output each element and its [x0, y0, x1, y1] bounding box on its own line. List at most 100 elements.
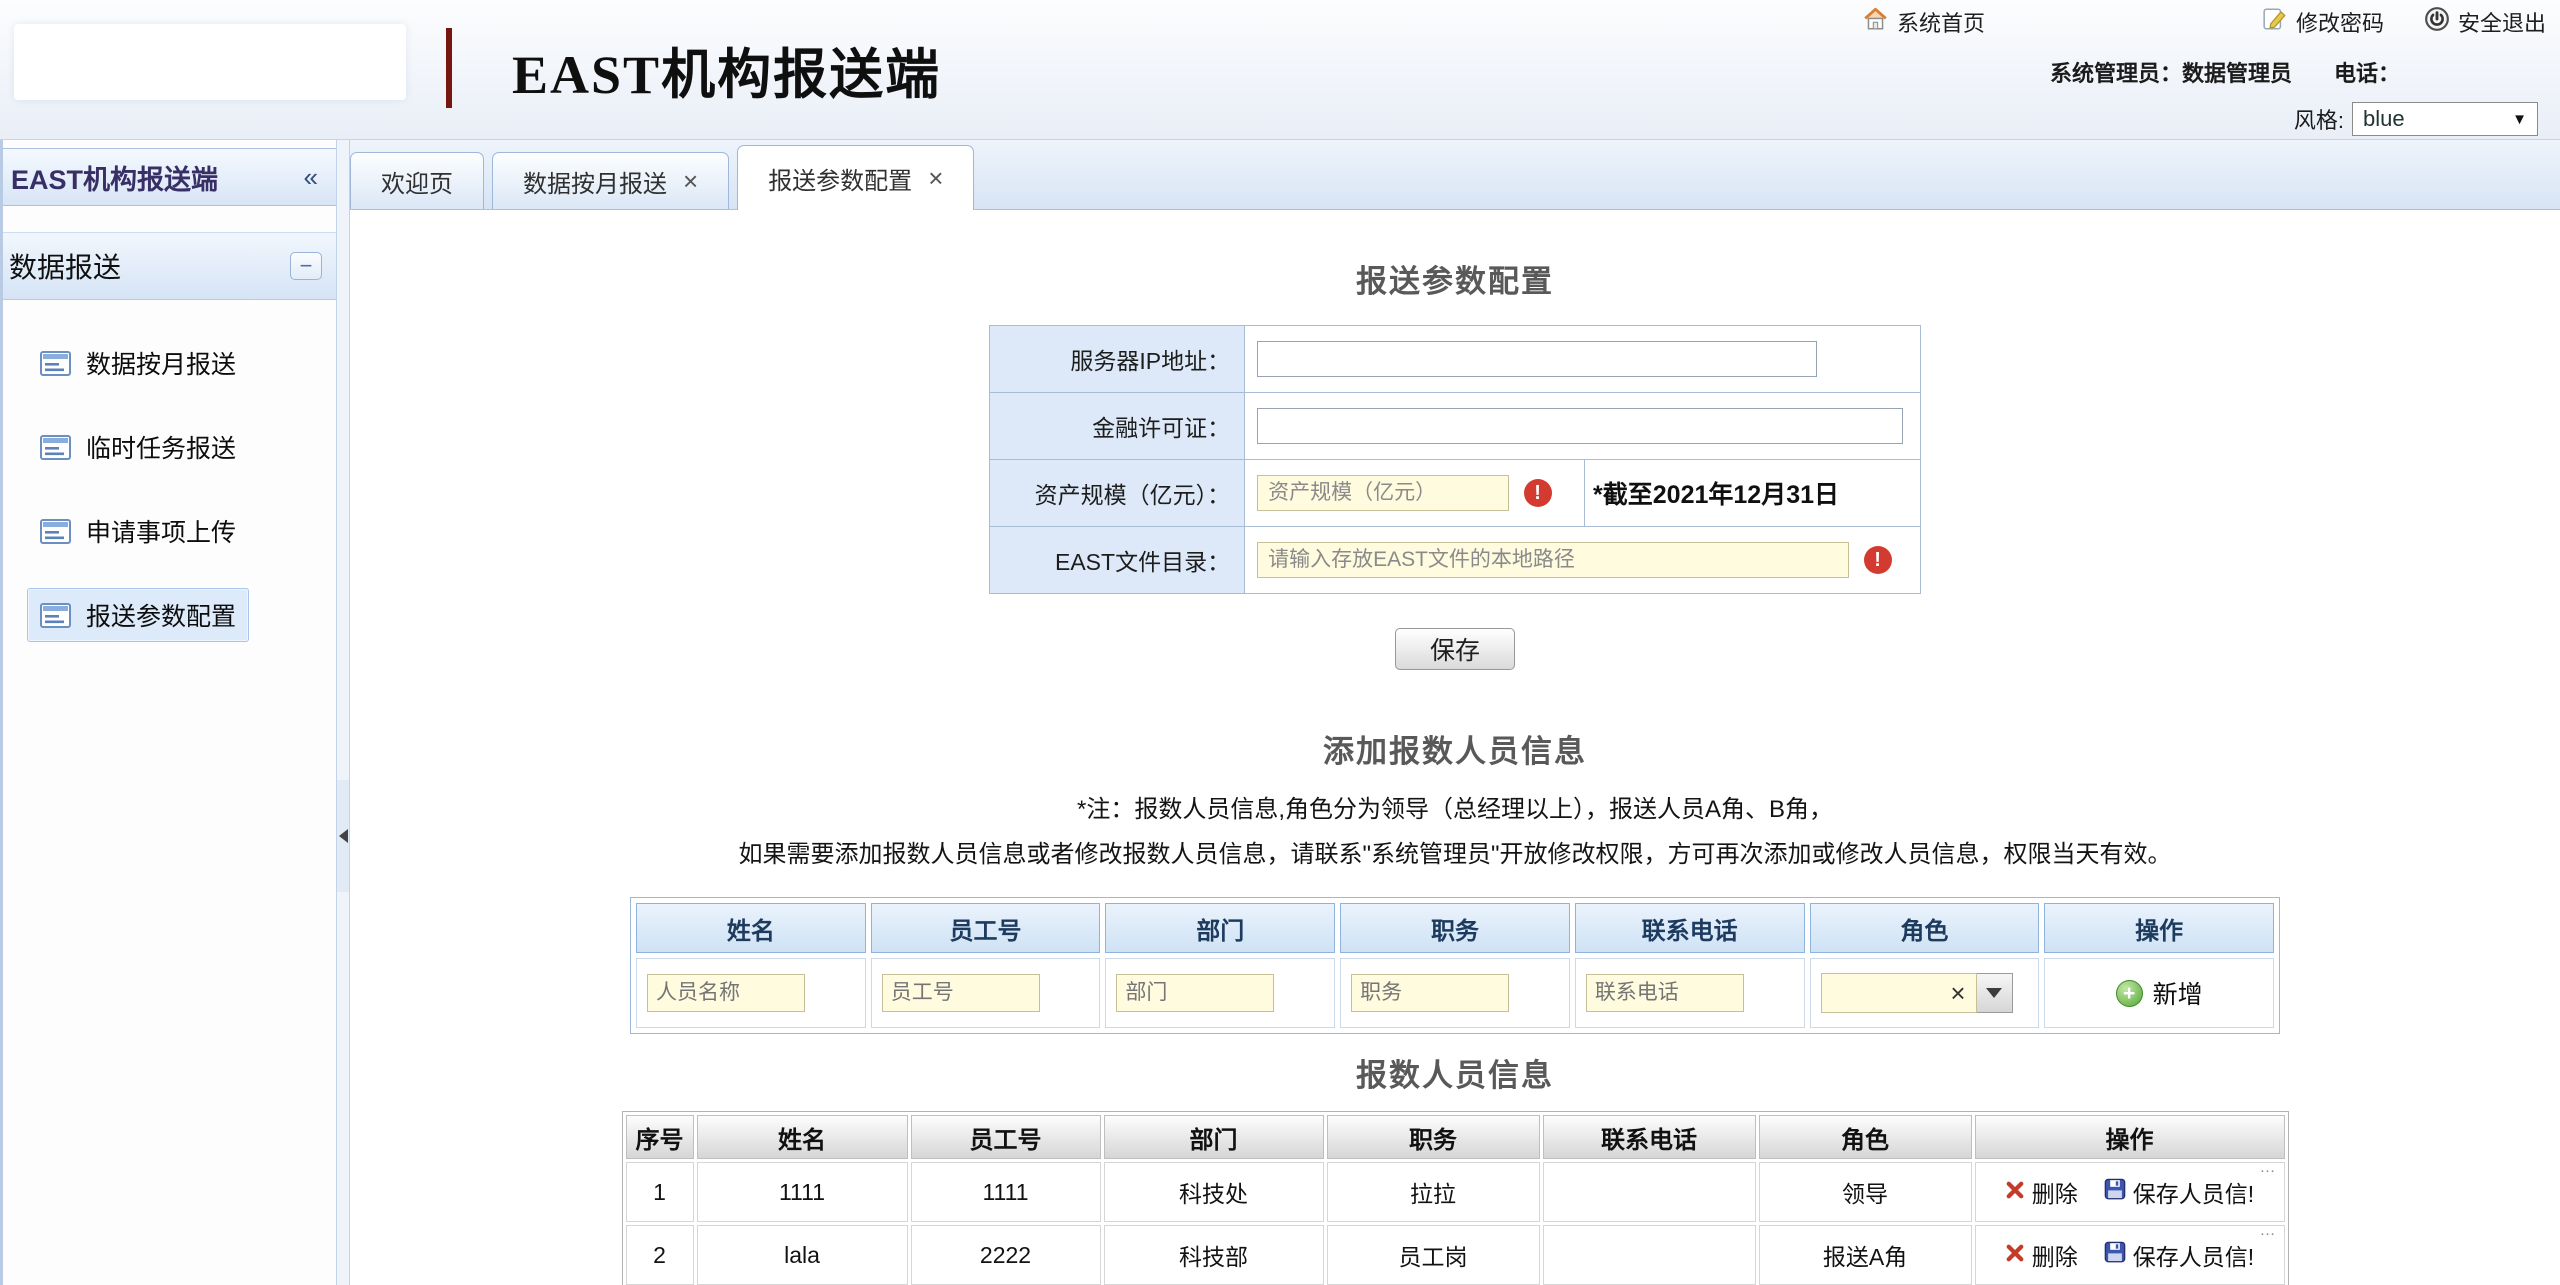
- column-header: 角色: [1759, 1115, 1972, 1159]
- title-divider: [446, 28, 452, 108]
- sidebar-item-report-params[interactable]: 报送参数配置: [27, 588, 249, 642]
- power-icon: [2424, 6, 2450, 38]
- sidebar-item-apply-upload[interactable]: 申请事项上传: [27, 504, 249, 558]
- cell-phone: [1543, 1225, 1756, 1285]
- column-header: 联系电话: [1543, 1115, 1756, 1159]
- save-person-button[interactable]: 保存人员信!: [2104, 1175, 2254, 1209]
- employee-no-input[interactable]: [882, 974, 1040, 1012]
- position-input[interactable]: [1351, 974, 1509, 1012]
- form-icon: [40, 351, 71, 376]
- field-label: 服务器IP地址：: [990, 326, 1245, 393]
- form-row-east-dir: EAST文件目录： !: [990, 527, 1921, 594]
- column-header: 员工号: [871, 903, 1101, 953]
- cell-actions: … 删除 保存人员信!: [1975, 1162, 2285, 1222]
- pencil-icon: [2262, 6, 2288, 38]
- cell-dept: 科技处: [1104, 1162, 1324, 1222]
- tab-label: 数据按月报送: [523, 164, 667, 199]
- nav-home-link[interactable]: 系统首页: [1862, 6, 1985, 38]
- sidebar-title-label: EAST机构报送端: [11, 158, 218, 197]
- list-header-row: 序号 姓名 员工号 部门 职务 联系电话 角色 操作: [626, 1115, 2285, 1159]
- sidebar-menu: 数据按月报送 临时任务报送 申请事项上传: [3, 300, 336, 642]
- app-title: EAST机构报送端: [512, 30, 941, 109]
- field-label: 资产规模（亿元）：: [990, 460, 1245, 527]
- sidebar-header: EAST机构报送端 «: [3, 148, 336, 206]
- form-icon: [40, 435, 71, 460]
- clear-icon[interactable]: ×: [1950, 980, 1975, 1006]
- tab-report-params[interactable]: 报送参数配置 ×: [737, 145, 974, 210]
- phone-input[interactable]: [1586, 974, 1744, 1012]
- plus-icon: +: [2116, 980, 2143, 1007]
- sidebar: EAST机构报送端 « 数据报送 − 数据按月报送 临时任务报: [0, 140, 336, 1285]
- splitter-collapse-handle[interactable]: [337, 780, 349, 892]
- role-combo-dropdown-button[interactable]: [1977, 973, 2013, 1013]
- delete-button[interactable]: 删除: [2005, 1175, 2078, 1209]
- delete-label: 删除: [2032, 1175, 2078, 1209]
- warning-icon: !: [1524, 479, 1552, 507]
- close-icon[interactable]: ×: [928, 165, 943, 191]
- nav-logout-link[interactable]: 安全退出: [2424, 6, 2546, 38]
- cell-role: 报送A角: [1759, 1225, 1972, 1285]
- cell-position: 拉拉: [1327, 1162, 1540, 1222]
- section-collapse-icon[interactable]: −: [290, 252, 322, 280]
- note-line-1: *注：报数人员信息,角色分为领导（总经理以上），报送人员A角、B角，: [350, 787, 2560, 832]
- cell-role: 领导: [1759, 1162, 1972, 1222]
- app-header: EAST机构报送端 系统首页 修改密码 安全退出 系统管理员：数据管理员电话： …: [0, 0, 2560, 140]
- tab-bar: 欢迎页 数据按月报送 × 报送参数配置 ×: [350, 140, 2560, 210]
- phone-label: 电话：: [2334, 61, 2400, 86]
- column-header: 职务: [1327, 1115, 1540, 1159]
- sidebar-item-monthly-report[interactable]: 数据按月报送: [27, 336, 249, 390]
- add-person-table: 姓名 员工号 部门 职务 联系电话 角色 操作: [630, 897, 2280, 1034]
- tab-welcome[interactable]: 欢迎页: [350, 152, 484, 209]
- field-label: EAST文件目录：: [990, 527, 1245, 594]
- sidebar-collapse-icon[interactable]: «: [304, 162, 318, 193]
- main-area: EAST机构报送端 « 数据报送 − 数据按月报送 临时任务报: [0, 140, 2560, 1285]
- delete-button[interactable]: 删除: [2005, 1238, 2078, 1272]
- column-header: 操作: [2044, 903, 2274, 953]
- nav-change-password-label: 修改密码: [2296, 6, 2384, 38]
- asset-scale-note: *截至2021年12月31日: [1585, 460, 1921, 527]
- form-icon: [40, 603, 71, 628]
- table-row: 1 1111 1111 科技处 拉拉 领导 … 删除: [626, 1162, 2285, 1222]
- delete-label: 删除: [2032, 1238, 2078, 1272]
- chevron-left-icon: [339, 829, 348, 843]
- close-icon[interactable]: ×: [683, 168, 698, 194]
- tab-monthly-report[interactable]: 数据按月报送 ×: [492, 152, 729, 209]
- department-input[interactable]: [1116, 974, 1274, 1012]
- person-name-input[interactable]: [647, 974, 805, 1012]
- east-dir-input[interactable]: [1257, 542, 1849, 578]
- style-label: 风格:: [2294, 103, 2344, 135]
- sidebar-section-data-report[interactable]: 数据报送 −: [3, 232, 336, 300]
- column-header: 部门: [1104, 1115, 1324, 1159]
- role-combo-value[interactable]: ×: [1821, 973, 1977, 1013]
- save-button[interactable]: 保存: [1395, 628, 1515, 670]
- nav-home-label: 系统首页: [1897, 6, 1985, 38]
- sidebar-item-label: 申请事项上传: [86, 513, 236, 549]
- form-row-server-ip: 服务器IP地址：: [990, 326, 1921, 393]
- column-header: 操作: [1975, 1115, 2285, 1159]
- chevron-down-icon: ▼: [2512, 111, 2527, 128]
- style-select[interactable]: blue ▼: [2352, 102, 2538, 136]
- save-person-button[interactable]: 保存人员信!: [2104, 1238, 2254, 1272]
- tab-label: 报送参数配置: [768, 161, 912, 196]
- config-form-table: 服务器IP地址： 金融许可证： 资产规模（亿元）：: [989, 325, 1921, 594]
- field-label: 金融许可证：: [990, 393, 1245, 460]
- finance-license-input[interactable]: [1257, 408, 1903, 444]
- add-person-button-label: 新增: [2153, 975, 2203, 1011]
- asset-scale-input[interactable]: [1257, 475, 1509, 511]
- warning-icon: !: [1864, 546, 1892, 574]
- form-row-asset-scale: 资产规模（亿元）： ! *截至2021年12月31日: [990, 460, 1921, 527]
- add-table-input-row: × + 新增: [636, 958, 2274, 1028]
- form-row-license: 金融许可证：: [990, 393, 1921, 460]
- server-ip-input[interactable]: [1257, 341, 1817, 377]
- cell-seq: 2: [626, 1225, 694, 1285]
- cell-name: lala: [697, 1225, 908, 1285]
- person-list-title: 报数人员信息: [350, 1050, 2560, 1095]
- role-combobox[interactable]: ×: [1821, 973, 2013, 1013]
- sidebar-item-temp-task[interactable]: 临时任务报送: [27, 420, 249, 474]
- add-person-button[interactable]: + 新增: [2116, 975, 2203, 1011]
- nav-change-password-link[interactable]: 修改密码: [2262, 6, 2384, 38]
- sidebar-splitter[interactable]: [336, 140, 350, 1285]
- sidebar-item-label: 临时任务报送: [86, 429, 236, 465]
- column-header: 联系电话: [1575, 903, 1805, 953]
- delete-x-icon: [2005, 1242, 2025, 1269]
